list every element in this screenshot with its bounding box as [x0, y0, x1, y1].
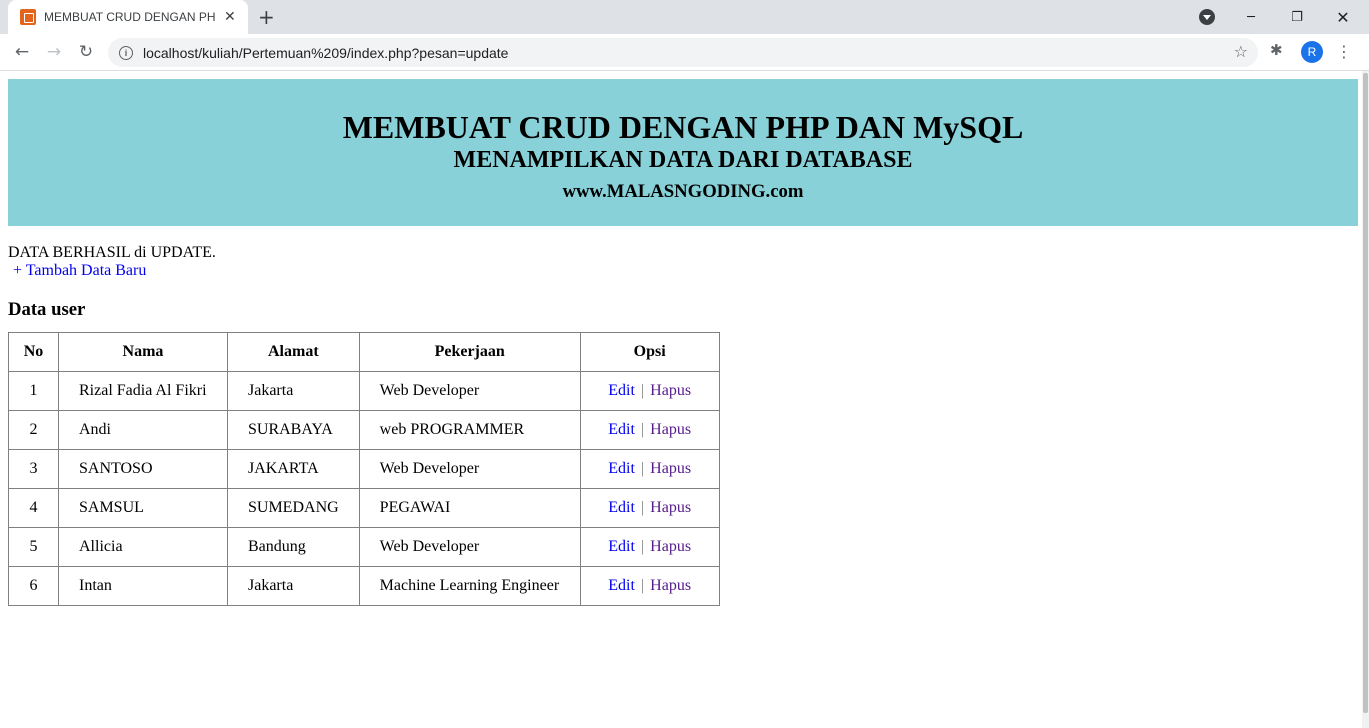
- cell-pekerjaan: Web Developer: [358, 527, 581, 567]
- cell-no: 5: [8, 527, 59, 567]
- cell-no: 2: [8, 410, 59, 450]
- table-row: 2 Andi SURABAYA web PROGRAMMER Edit | Hapus: [8, 410, 720, 450]
- restore-icon[interactable]: ❐: [1274, 0, 1320, 34]
- url-text[interactable]: localhost/kuliah/Pertemuan%209/index.php…: [143, 45, 508, 61]
- cell-opsi: Edit | Hapus: [579, 527, 720, 567]
- table-row: 4 SAMSUL SUMEDANG PEGAWAI Edit | Hapus: [8, 488, 720, 528]
- close-window-icon[interactable]: ✕: [1320, 0, 1366, 34]
- table-row: 6 Intan Jakarta Machine Learning Engineer Ed…: [8, 566, 720, 606]
- cell-opsi: Edit | Hapus: [579, 449, 720, 489]
- avatar[interactable]: R: [1301, 41, 1323, 63]
- cell-opsi: Edit | Hapus: [579, 371, 720, 411]
- bookmark-star-icon[interactable]: ☆: [1234, 42, 1248, 61]
- header-alamat: Alamat: [227, 332, 360, 372]
- header-banner: MEMBUAT CRUD DENGAN PHP DAN MySQL MENAMP…: [8, 79, 1358, 226]
- back-icon[interactable]: ←: [10, 40, 34, 64]
- cell-nama: SAMSUL: [58, 488, 228, 528]
- delete-link[interactable]: Hapus: [650, 460, 691, 477]
- table-header-row: No Nama Alamat Pekerjaan Opsi: [8, 332, 720, 372]
- cell-pekerjaan: Machine Learning Engineer: [358, 566, 581, 606]
- cell-alamat: Jakarta: [227, 371, 360, 411]
- cell-nama: Intan: [58, 566, 228, 606]
- edit-link[interactable]: Edit: [608, 538, 635, 555]
- delete-link[interactable]: Hapus: [650, 382, 691, 399]
- cell-nama: Allicia: [58, 527, 228, 567]
- tab-title: MEMBUAT CRUD DENGAN PHP D: [44, 10, 216, 24]
- edit-link[interactable]: Edit: [608, 460, 635, 477]
- cell-opsi: Edit | Hapus: [579, 566, 720, 606]
- link-separator: |: [640, 421, 645, 438]
- link-separator: |: [640, 499, 645, 516]
- cell-opsi: Edit | Hapus: [579, 410, 720, 450]
- table-row: 5 Allicia Bandung Web Developer Edit | Hapus: [8, 527, 720, 567]
- link-separator: |: [640, 577, 645, 594]
- cell-opsi: Edit | Hapus: [579, 488, 720, 528]
- table-row: 3 SANTOSO JAKARTA Web Developer Edit | Hapus: [8, 449, 720, 489]
- extensions-icon[interactable]: ✱: [1270, 41, 1283, 59]
- cell-alamat: SURABAYA: [227, 410, 360, 450]
- link-separator: |: [640, 538, 645, 555]
- forward-icon[interactable]: →: [42, 40, 66, 64]
- table-row: 1 Rizal Fadia Al Fikri Jakarta Web Develope…: [8, 371, 720, 411]
- cell-nama: Rizal Fadia Al Fikri: [58, 371, 228, 411]
- cell-pekerjaan: web PROGRAMMER: [358, 410, 581, 450]
- page-title: MEMBUAT CRUD DENGAN PHP DAN MySQL: [342, 109, 1024, 145]
- cell-alamat: Bandung: [227, 527, 360, 567]
- page-viewport: MEMBUAT CRUD DENGAN PHP DAN MySQL MENAMP…: [0, 71, 1362, 728]
- kebab-menu-icon[interactable]: ⋮: [1336, 41, 1352, 63]
- reload-icon[interactable]: ↻: [74, 40, 98, 64]
- scrollbar-thumb[interactable]: [1363, 73, 1368, 713]
- header-pekerjaan: Pekerjaan: [358, 332, 581, 372]
- page-subtitle: MENAMPILKAN DATA DARI DATABASE: [453, 147, 913, 173]
- header-no: No: [8, 332, 59, 372]
- edit-link[interactable]: Edit: [608, 421, 635, 438]
- cell-alamat: JAKARTA: [227, 449, 360, 489]
- cell-pekerjaan: Web Developer: [358, 449, 581, 489]
- address-bar[interactable]: i localhost/kuliah/Pertemuan%209/index.p…: [108, 38, 1258, 67]
- tab-search-icon[interactable]: [1199, 9, 1215, 25]
- site-info-icon[interactable]: i: [119, 45, 133, 60]
- browser-tab[interactable]: MEMBUAT CRUD DENGAN PHP D ✕: [8, 0, 248, 34]
- cell-alamat: SUMEDANG: [227, 488, 360, 528]
- delete-link[interactable]: Hapus: [650, 421, 691, 438]
- cell-alamat: Jakarta: [227, 566, 360, 606]
- xampp-favicon-icon: [20, 9, 36, 25]
- delete-link[interactable]: Hapus: [650, 499, 691, 516]
- cell-nama: Andi: [58, 410, 228, 450]
- close-tab-icon[interactable]: ✕: [224, 10, 236, 24]
- delete-link[interactable]: Hapus: [650, 577, 691, 594]
- cell-pekerjaan: Web Developer: [358, 371, 581, 411]
- cell-no: 3: [8, 449, 59, 489]
- header-nama: Nama: [58, 332, 228, 372]
- link-separator: |: [640, 382, 645, 399]
- tab-strip: MEMBUAT CRUD DENGAN PHP D ✕ + ─ ❐ ✕: [0, 0, 1369, 34]
- status-message: DATA BERHASIL di UPDATE.: [8, 244, 216, 261]
- header-opsi: Opsi: [579, 332, 720, 372]
- cell-no: 1: [8, 371, 59, 411]
- site-name: www.MALASNGODING.com: [562, 181, 804, 202]
- section-title: Data user: [8, 299, 86, 320]
- edit-link[interactable]: Edit: [608, 577, 635, 594]
- cell-pekerjaan: PEGAWAI: [358, 488, 581, 528]
- link-separator: |: [640, 460, 645, 477]
- delete-link[interactable]: Hapus: [650, 538, 691, 555]
- minimize-icon[interactable]: ─: [1228, 0, 1274, 34]
- edit-link[interactable]: Edit: [608, 499, 635, 516]
- user-table: No Nama Alamat Pekerjaan Opsi 1 Rizal Fad…: [8, 332, 720, 606]
- new-tab-icon[interactable]: +: [258, 5, 275, 29]
- cell-no: 6: [8, 566, 59, 606]
- cell-no: 4: [8, 488, 59, 528]
- add-data-link[interactable]: + Tambah Data Baru: [13, 262, 146, 280]
- edit-link[interactable]: Edit: [608, 382, 635, 399]
- cell-nama: SANTOSO: [58, 449, 228, 489]
- browser-toolbar: ← → ↻ i localhost/kuliah/Pertemuan%209/i…: [0, 34, 1369, 71]
